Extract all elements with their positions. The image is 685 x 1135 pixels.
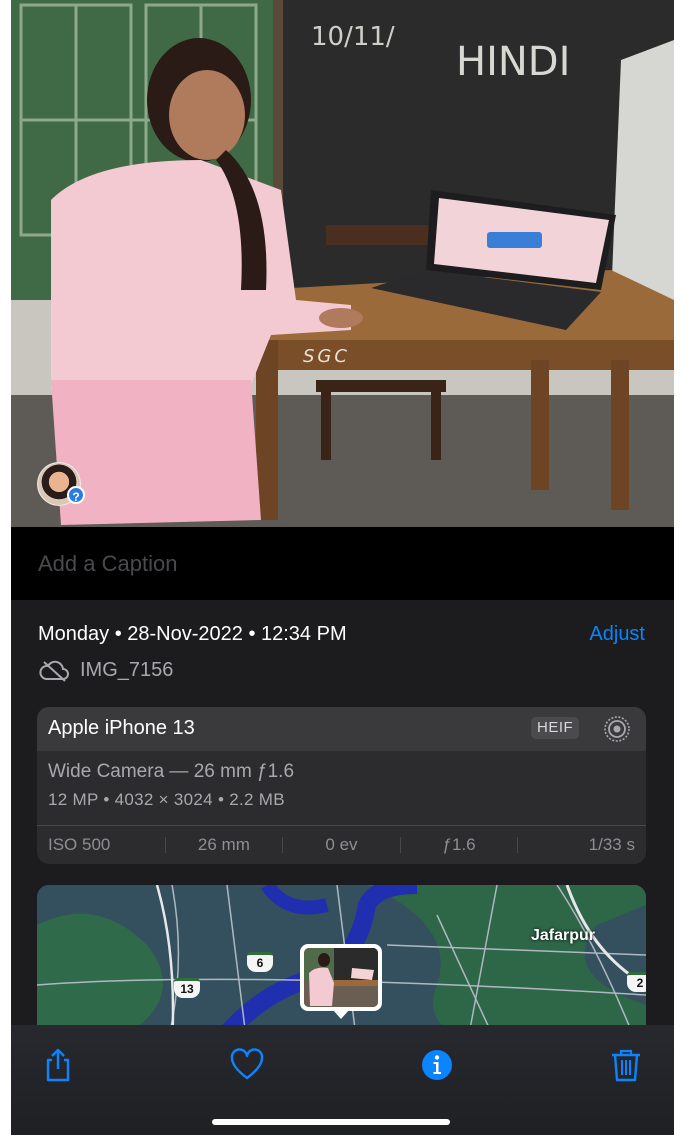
desk-label-text: SGC xyxy=(303,346,350,367)
route-badge-13: 13 xyxy=(174,978,200,998)
share-icon[interactable] xyxy=(40,1047,76,1083)
board-date-text: 10/11/ xyxy=(311,22,395,52)
photo-info-screen: 10/11/ HINDI SGC ? Add a Caption Monday … xyxy=(11,0,674,1135)
map-photo-pin[interactable] xyxy=(300,944,382,1019)
people-face-badge[interactable]: ? xyxy=(37,462,85,506)
capture-date: Monday • 28-Nov-2022 • 12:34 PM xyxy=(38,623,347,645)
camera-model: Apple iPhone 13 xyxy=(48,717,195,739)
exif-row: ISO 500 26 mm 0 ev ƒ1.6 1/33 s xyxy=(37,826,646,864)
info-icon[interactable] xyxy=(419,1047,455,1083)
format-badge: HEIF xyxy=(531,717,580,739)
camera-card-header: Apple iPhone 13 HEIF xyxy=(37,707,646,751)
cloud-slash-icon xyxy=(39,660,69,682)
image-specs: 12 MP • 4032 × 3024 • 2.2 MB xyxy=(48,790,285,809)
route-badge-6: 6 xyxy=(247,952,273,972)
pin-pointer xyxy=(333,1010,349,1019)
file-name: IMG_7156 xyxy=(80,659,174,681)
map-photo-thumbnail xyxy=(304,948,378,1007)
caption-field[interactable]: Add a Caption xyxy=(11,527,674,600)
question-badge: ? xyxy=(67,486,85,504)
adjust-button[interactable]: Adjust xyxy=(589,623,645,646)
route-badge-2: 2 xyxy=(627,972,646,992)
caption-placeholder: Add a Caption xyxy=(38,551,178,576)
photo-view[interactable]: 10/11/ HINDI SGC ? xyxy=(11,0,674,527)
exif-iso: ISO 500 xyxy=(48,835,111,854)
map-place-label: Jafarpur xyxy=(531,927,596,944)
exif-exposure-value: 0 ev xyxy=(325,835,358,854)
exif-shutter-speed: 1/33 s xyxy=(588,835,635,854)
heart-icon[interactable] xyxy=(229,1047,265,1083)
lens-info: Wide Camera — 26 mm ƒ1.6 xyxy=(48,761,295,782)
exif-focal-length: 26 mm xyxy=(197,835,250,854)
home-indicator[interactable] xyxy=(212,1119,450,1125)
camera-details-card: Apple iPhone 13 HEIF Wide Camera — 26 mm… xyxy=(37,707,646,864)
trash-icon[interactable] xyxy=(608,1047,644,1083)
live-photo-icon[interactable] xyxy=(602,714,632,744)
location-map[interactable]: Jafarpur 13 6 2 xyxy=(37,885,646,1045)
photo-image: 10/11/ HINDI SGC xyxy=(11,0,674,527)
board-subject-text: HINDI xyxy=(456,39,570,85)
exif-aperture: ƒ1.6 xyxy=(442,835,476,854)
